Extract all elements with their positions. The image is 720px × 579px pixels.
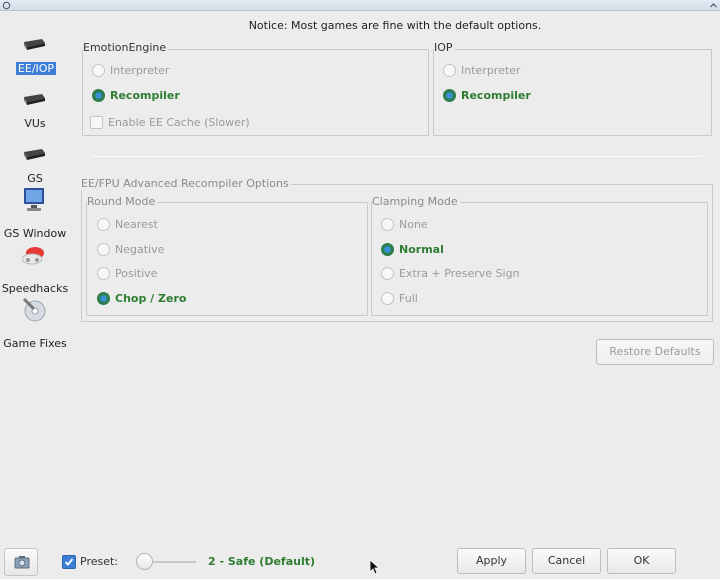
radio-indicator <box>443 89 456 102</box>
radio-indicator <box>97 267 110 280</box>
cancel-button[interactable]: Cancel <box>532 548 601 574</box>
chip-icon <box>22 144 46 164</box>
speedhacks-icon <box>21 242 46 268</box>
radio-label: Nearest <box>115 218 158 231</box>
radio-indicator <box>97 243 110 256</box>
round-nearest-radio[interactable]: Nearest <box>97 217 247 233</box>
notice-text: Notice: Most games are fine with the def… <box>248 19 542 32</box>
checkbox-label: Enable EE Cache (Slower) <box>108 116 250 129</box>
radio-indicator <box>97 218 110 231</box>
camera-icon <box>14 554 30 570</box>
chip-icon <box>22 34 46 54</box>
radio-label: Interpreter <box>110 64 170 77</box>
game-fixes-icon <box>22 297 46 323</box>
apply-button[interactable]: Apply <box>457 548 526 574</box>
radio-indicator <box>97 292 110 305</box>
round-mode-title: Round Mode <box>87 195 158 208</box>
ee-recompiler-radio[interactable]: Recompiler <box>92 88 212 104</box>
ok-button[interactable]: OK <box>607 548 676 574</box>
radio-label: Recompiler <box>110 89 180 102</box>
clamp-extra-preserve-sign-radio[interactable]: Extra + Preserve Sign <box>381 266 561 282</box>
nav-label: VUs <box>24 117 46 130</box>
restore-defaults-button[interactable]: Restore Defaults <box>596 339 714 365</box>
nav-item-gs-window[interactable]: GS Window <box>0 187 70 240</box>
round-positive-radio[interactable]: Positive <box>97 266 247 282</box>
radio-indicator <box>92 89 105 102</box>
clamp-none-radio[interactable]: None <box>381 217 561 233</box>
radio-label: Interpreter <box>461 64 521 77</box>
preset-slider-handle[interactable] <box>136 553 153 570</box>
ee-interpreter-radio[interactable]: Interpreter <box>92 63 212 79</box>
nav-label: EE/IOP <box>16 62 56 75</box>
monitor-icon <box>22 187 46 213</box>
advanced-options-title: EE/FPU Advanced Recompiler Options <box>81 177 291 190</box>
app-menu-icon[interactable] <box>2 1 11 10</box>
iop-title: IOP <box>434 41 455 54</box>
nav-label: GS Window <box>3 227 67 240</box>
nav-label: GS <box>27 172 43 185</box>
chevron-up-icon[interactable] <box>709 1 718 10</box>
preset-label: Preset: <box>80 555 119 568</box>
chip-icon <box>22 89 46 109</box>
iop-interpreter-radio[interactable]: Interpreter <box>443 63 563 79</box>
radio-indicator <box>381 292 394 305</box>
ee-cache-checkbox[interactable]: Enable EE Cache (Slower) <box>90 115 270 131</box>
clamping-mode-title: Clamping Mode <box>372 195 460 208</box>
mouse-cursor-icon <box>369 559 381 575</box>
section-divider <box>92 156 702 157</box>
radio-indicator <box>92 64 105 77</box>
nav-item-gs[interactable]: GS <box>0 132 70 185</box>
window-titlebar <box>0 0 720 11</box>
radio-indicator <box>381 243 394 256</box>
emotion-engine-title: EmotionEngine <box>83 41 169 54</box>
radio-label: None <box>399 218 428 231</box>
radio-label: Negative <box>115 243 165 256</box>
nav-item-speedhacks[interactable]: Speedhacks <box>0 242 70 295</box>
preset-value: 2 - Safe (Default) <box>208 555 316 568</box>
screenshot-button[interactable] <box>4 548 38 576</box>
preset-checkbox[interactable] <box>62 555 76 569</box>
radio-label: Recompiler <box>461 89 531 102</box>
nav-label: Game Fixes <box>3 337 67 350</box>
nav-item-vus[interactable]: VUs <box>0 77 70 130</box>
checkbox-indicator <box>90 116 103 129</box>
radio-label: Full <box>399 292 418 305</box>
radio-indicator <box>443 64 456 77</box>
radio-label: Chop / Zero <box>115 292 187 305</box>
iop-recompiler-radio[interactable]: Recompiler <box>443 88 563 104</box>
nav-label: Speedhacks <box>1 282 69 295</box>
radio-indicator <box>381 218 394 231</box>
radio-indicator <box>381 267 394 280</box>
radio-label: Extra + Preserve Sign <box>399 267 520 280</box>
round-negative-radio[interactable]: Negative <box>97 242 247 258</box>
nav-item-game-fixes[interactable]: Game Fixes <box>0 297 70 350</box>
radio-label: Normal <box>399 243 444 256</box>
round-chop-zero-radio[interactable]: Chop / Zero <box>97 291 247 307</box>
clamp-full-radio[interactable]: Full <box>381 291 561 307</box>
clamp-normal-radio[interactable]: Normal <box>381 242 561 258</box>
radio-label: Positive <box>115 267 158 280</box>
